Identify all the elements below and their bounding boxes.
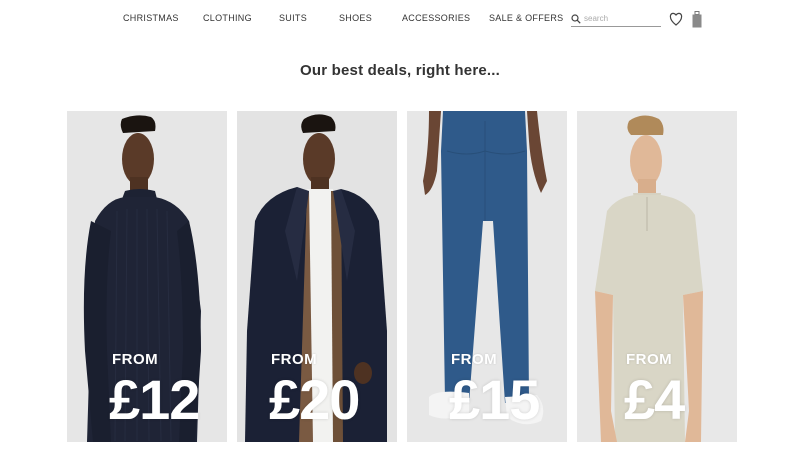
nav-item-shoes[interactable]: SHOES: [339, 13, 372, 23]
deal-card-coats[interactable]: FROM £20: [237, 111, 397, 442]
nav-item-sale-offers[interactable]: SALE & OFFERS: [489, 13, 563, 23]
search-box[interactable]: [571, 11, 661, 27]
shopping-bag-icon[interactable]: [692, 11, 702, 28]
deal-price: £4: [624, 368, 685, 431]
heart-icon[interactable]: [669, 10, 683, 28]
nav-item-suits[interactable]: SUITS: [279, 13, 307, 23]
deal-price: £12: [109, 368, 200, 431]
nav-item-christmas[interactable]: CHRISTMAS: [123, 13, 179, 23]
search-icon[interactable]: [571, 13, 581, 24]
top-navigation: CHRISTMAS CLOTHING SUITS SHOES ACCESSORI…: [0, 0, 800, 38]
search-input[interactable]: [584, 14, 658, 23]
nav-item-clothing[interactable]: CLOTHING: [203, 13, 252, 23]
nav-item-accessories[interactable]: ACCESSORIES: [402, 13, 470, 23]
deal-card-jeans[interactable]: FROM £15: [407, 111, 567, 442]
deal-card-polo[interactable]: FROM £4: [577, 111, 737, 442]
from-label: FROM: [626, 351, 673, 368]
from-label: FROM: [112, 351, 159, 368]
from-label: FROM: [271, 351, 318, 368]
from-label: FROM: [451, 351, 498, 368]
deal-price: £15: [449, 368, 540, 431]
deal-card-knitwear[interactable]: FROM £12: [67, 111, 227, 442]
deal-price: £20: [269, 368, 360, 431]
page-headline: Our best deals, right here...: [299, 62, 501, 79]
